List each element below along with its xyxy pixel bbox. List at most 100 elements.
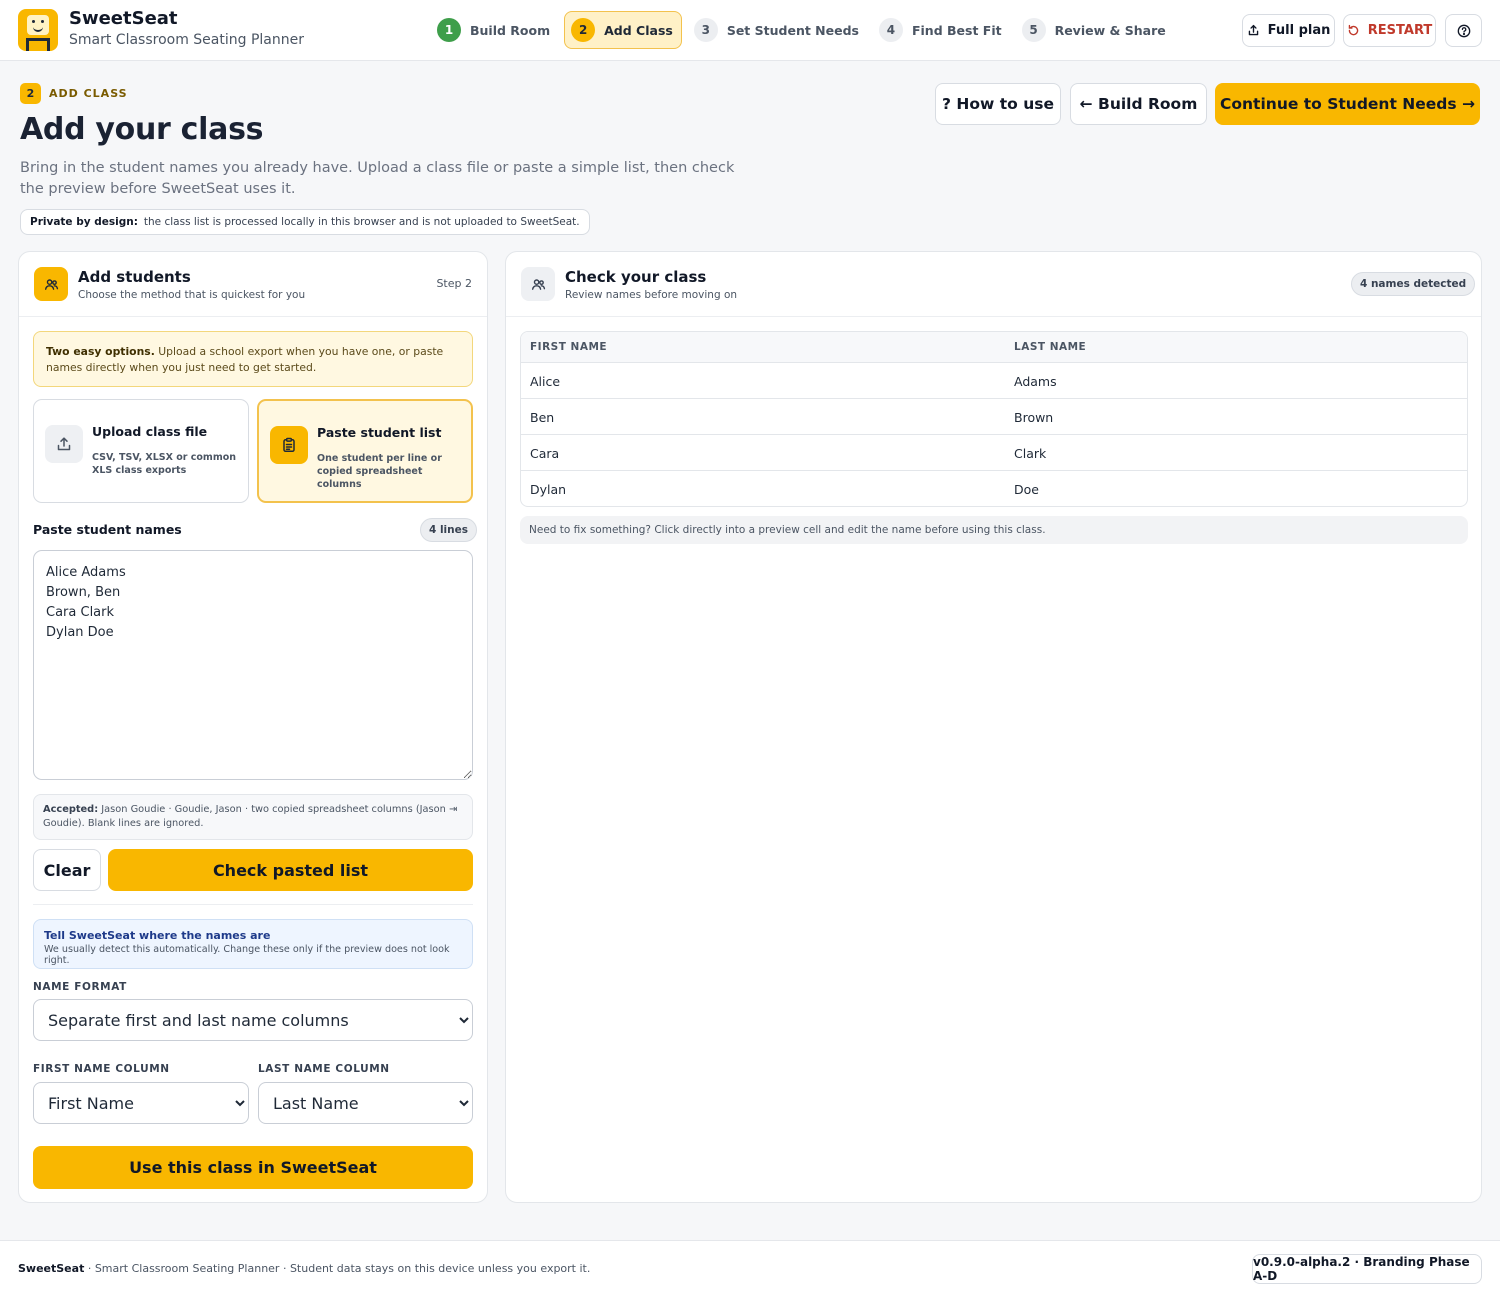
column-header-last-name: LAST NAME (1014, 341, 1087, 353)
note-bold: Two easy options. (46, 345, 155, 358)
restart-label: RESTART (1367, 23, 1433, 38)
clear-button[interactable]: Clear (33, 849, 101, 891)
privacy-bold: Private by design: (30, 216, 138, 228)
eyebrow-label: ADD CLASS (49, 87, 128, 100)
edit-hint: Need to fix something? Click directly in… (520, 516, 1468, 544)
step-label: Review & Share (1054, 22, 1166, 38)
step-nav: 1 Build Room 2 Add Class 3 Set Student N… (431, 11, 1174, 49)
page-description: Bring in the student names you already h… (20, 160, 735, 197)
page-eyebrow: 2 ADD CLASS (20, 83, 128, 104)
app-name: SweetSeat (69, 8, 178, 29)
step-label: Find Best Fit (911, 22, 1002, 38)
step-number: 1 (437, 18, 461, 42)
first-name-cell[interactable]: Cara (530, 446, 559, 461)
help-circle-icon (1457, 24, 1470, 37)
full-plan-button[interactable]: Full plan (1242, 14, 1335, 47)
table-row: Cara Clark (521, 435, 1467, 471)
last-name-cell[interactable]: Clark (1014, 446, 1046, 461)
first-name-cell[interactable]: Dylan (530, 482, 566, 497)
panel-title: Add students (78, 268, 191, 286)
name-format-label: NAME FORMAT (33, 981, 127, 993)
last-name-column-select[interactable]: Last Name (258, 1082, 473, 1124)
step-number: 3 (693, 18, 718, 42)
version-badge: v0.9.0-alpha.2 · Branding Phase A-D (1252, 1254, 1482, 1284)
step-number: 5 (1021, 18, 1046, 42)
export-icon (1248, 24, 1258, 36)
lines-count-badge: 4 lines (420, 518, 478, 542)
step-label: Build Room (470, 22, 551, 38)
step-number: 4 (878, 18, 903, 42)
panel-subtitle: Choose the method that is quickest for y… (78, 289, 306, 301)
paste-label: Paste student names (33, 522, 182, 537)
restart-icon (1348, 24, 1359, 36)
accepted-formats-note: Accepted: Jason Goudie · Goudie, Jason ·… (33, 794, 473, 840)
check-pasted-list-button[interactable]: Check pasted list (108, 849, 473, 891)
upload-class-file-option[interactable]: Upload class file CSV, TSV, XLSX or comm… (33, 399, 249, 503)
privacy-text: the class list is processed locally in t… (143, 216, 580, 228)
eyebrow-step-number: 2 (20, 83, 41, 104)
users-icon (34, 267, 68, 301)
app-subtitle: Smart Classroom Seating Planner (69, 32, 304, 48)
column-header-first-name: FIRST NAME (530, 341, 608, 353)
first-name-cell[interactable]: Alice (530, 374, 560, 389)
check-class-panel: Check your class Review names before mov… (505, 251, 1482, 1203)
paste-student-list-option[interactable]: Paste student list One student per line … (257, 399, 473, 503)
first-name-column-select[interactable]: First Name (33, 1082, 249, 1124)
divider (33, 904, 473, 905)
footer: SweetSeat · Smart Classroom Seating Plan… (0, 1240, 1500, 1296)
name-format-select[interactable]: Separate first and last name columns (33, 999, 473, 1041)
table-row: Dylan Doe (521, 471, 1467, 506)
restart-button[interactable]: RESTART (1343, 14, 1436, 47)
step-label: Set Student Needs (726, 22, 859, 38)
page-title: Add your class (20, 112, 264, 147)
accepted-text: Jason Goudie · Goudie, Jason · two copie… (43, 804, 458, 829)
upload-icon (45, 425, 83, 463)
step-label: Add Class (604, 22, 673, 38)
option-subtitle: CSV, TSV, XLSX or common XLS class expor… (92, 452, 237, 476)
step-find-best-fit[interactable]: 4 Find Best Fit (873, 11, 1010, 49)
footer-description: · Smart Classroom Seating Planner · Stud… (84, 1262, 591, 1275)
help-button[interactable] (1445, 14, 1482, 47)
name-detection-info: Tell SweetSeat where the names are We us… (33, 919, 473, 969)
footer-brand: SweetSeat (18, 1262, 85, 1275)
clipboard-icon (270, 426, 308, 464)
full-plan-label: Full plan (1267, 23, 1331, 38)
first-name-column-label: FIRST NAME COLUMN (33, 1063, 170, 1075)
class-preview-table: FIRST NAME LAST NAME Alice Adams Ben Bro… (520, 331, 1468, 507)
last-name-cell[interactable]: Adams (1014, 374, 1057, 389)
back-build-room-button[interactable]: ← Build Room (1070, 83, 1207, 125)
info-title: Tell SweetSeat where the names are (44, 929, 271, 942)
step-indicator: Step 2 (436, 277, 472, 290)
option-title: Upload class file (92, 424, 208, 439)
table-header: FIRST NAME LAST NAME (521, 332, 1467, 363)
options-note: Two easy options. Upload a school export… (33, 331, 473, 387)
step-number: 2 (571, 18, 596, 42)
last-name-column-label: LAST NAME COLUMN (258, 1063, 390, 1075)
sweetseat-logo (18, 9, 58, 51)
accepted-bold: Accepted: (43, 804, 99, 815)
users-icon (521, 267, 555, 301)
add-students-panel: Add students Choose the method that is q… (18, 251, 488, 1203)
step-review-share[interactable]: 5 Review & Share (1016, 11, 1174, 49)
info-subtitle: We usually detect this automatically. Ch… (44, 944, 450, 966)
how-to-use-button[interactable]: ? How to use (935, 83, 1061, 125)
table-row: Ben Brown (521, 399, 1467, 435)
paste-names-textarea[interactable]: Alice Adams Brown, Ben Cara Clark Dylan … (33, 550, 473, 780)
panel-header: Check your class Review names before mov… (506, 252, 1481, 317)
step-build-room[interactable]: 1 Build Room (431, 11, 558, 49)
continue-student-needs-button[interactable]: Continue to Student Needs → (1215, 83, 1480, 125)
privacy-badge: Private by design: the class list is pro… (20, 209, 590, 235)
names-detected-badge: 4 names detected (1351, 272, 1476, 296)
footer-text: SweetSeat · Smart Classroom Seating Plan… (18, 1262, 590, 1275)
step-add-class[interactable]: 2 Add Class (564, 11, 682, 49)
last-name-cell[interactable]: Brown (1014, 410, 1053, 425)
last-name-cell[interactable]: Doe (1014, 482, 1039, 497)
option-title: Paste student list (317, 425, 442, 440)
use-class-button[interactable]: Use this class in SweetSeat (33, 1146, 473, 1189)
panel-header: Add students Choose the method that is q… (19, 252, 487, 317)
option-subtitle: One student per line or copied spreadshe… (317, 453, 442, 490)
panel-title: Check your class (565, 268, 707, 286)
step-set-student-needs[interactable]: 3 Set Student Needs (688, 11, 867, 49)
first-name-cell[interactable]: Ben (530, 410, 554, 425)
top-bar: SweetSeat Smart Classroom Seating Planne… (0, 0, 1500, 61)
